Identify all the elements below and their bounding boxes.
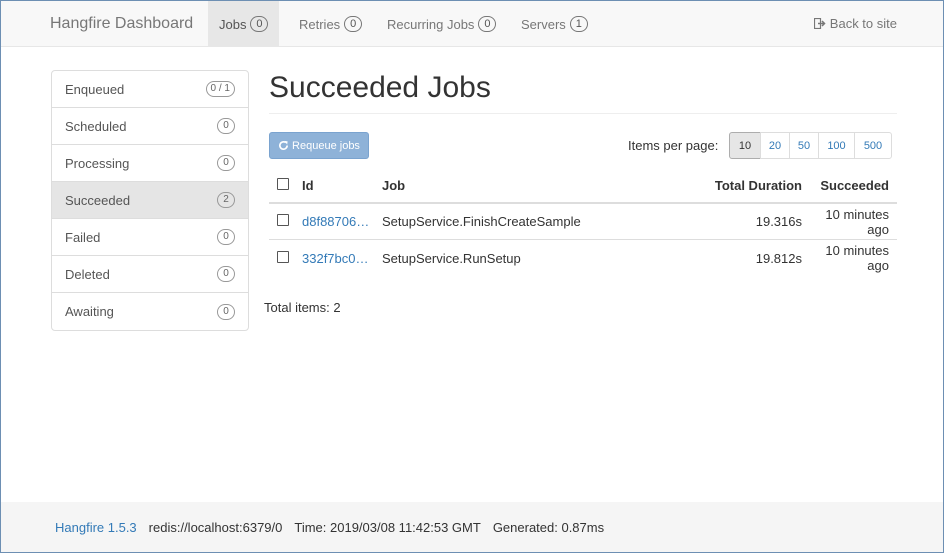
sidebar-item-enqueued[interactable]: Enqueued 0 / 1 — [52, 71, 248, 108]
sidebar-item-count: 2 — [217, 192, 235, 208]
page-size-500-button[interactable]: 500 — [854, 132, 892, 159]
title-divider — [269, 113, 897, 114]
sidebar-item-processing[interactable]: Processing 0 — [52, 145, 248, 182]
row-checkbox[interactable] — [277, 250, 289, 263]
sign-out-icon — [813, 18, 826, 29]
nav-jobs-label: Jobs — [219, 16, 247, 32]
nav-retries-count: 0 — [344, 16, 363, 32]
sidebar-item-count: 0 — [217, 303, 235, 320]
sidebar-item-count: 0 — [217, 229, 235, 245]
nav-recurring-jobs-label: Recurring Jobs — [387, 16, 475, 32]
table-header-row: Id Job Total Duration Succeeded — [269, 169, 897, 204]
back-to-site-link[interactable]: Back to site — [813, 16, 897, 31]
table-row: d8f88706… SetupService.FinishCreateSampl… — [269, 204, 897, 240]
sidebar-item-count: 0 / 1 — [205, 81, 235, 97]
nav-retries[interactable]: Retries 0 — [288, 1, 373, 47]
nav-servers[interactable]: Servers 1 — [510, 1, 599, 47]
job-id-link[interactable]: d8f88706… — [302, 214, 382, 229]
row-checkbox[interactable] — [277, 214, 289, 226]
nav-servers-count: 1 — [569, 16, 588, 32]
hangfire-version-link[interactable]: Hangfire 1.5.3 — [55, 520, 137, 535]
sidebar-item-label: Enqueued — [65, 81, 125, 97]
nav-jobs-count: 0 — [250, 16, 269, 32]
job-name: SetupService.FinishCreateSample — [382, 214, 581, 229]
sidebar-item-count: 0 — [217, 118, 235, 134]
table-row: 332f7bc0… SetupService.RunSetup 19.812s … — [269, 240, 897, 276]
items-per-page-selector: 10 20 50 100 500 — [729, 132, 892, 159]
page-title: Succeeded Jobs — [269, 71, 491, 104]
job-duration: 19.316s — [755, 214, 802, 229]
refresh-icon — [279, 140, 289, 150]
sidebar-item-succeeded[interactable]: Succeeded 2 — [52, 182, 248, 219]
sidebar-item-scheduled[interactable]: Scheduled 0 — [52, 108, 248, 145]
job-succeeded-time: 10 minutes ago — [825, 206, 889, 237]
sidebar-item-deleted[interactable]: Deleted 0 — [52, 256, 248, 293]
total-items: Total items: 2 — [264, 300, 341, 315]
header-id: Id — [302, 178, 314, 193]
sidebar-item-count: 0 — [217, 266, 235, 282]
nav-recurring-jobs-count: 0 — [478, 16, 497, 32]
job-name: SetupService.RunSetup — [382, 250, 521, 266]
select-all-checkbox[interactable] — [277, 178, 289, 190]
sidebar-item-failed[interactable]: Failed 0 — [52, 219, 248, 256]
footer: Hangfire 1.5.3 redis://localhost:6379/0 … — [1, 502, 943, 552]
requeue-jobs-label: Requeue jobs — [292, 139, 360, 152]
job-duration: 19.812s — [755, 250, 802, 266]
nav-servers-label: Servers — [521, 16, 566, 32]
job-id-link[interactable]: 332f7bc0… — [302, 251, 382, 266]
sidebar-item-label: Deleted — [65, 266, 110, 282]
requeue-jobs-button[interactable]: Requeue jobs — [269, 132, 369, 159]
page-size-100-button[interactable]: 100 — [818, 132, 855, 159]
sidebar-item-label: Succeeded — [65, 192, 131, 208]
page-size-20-button[interactable]: 20 — [760, 132, 790, 159]
page-size-50-button[interactable]: 50 — [789, 132, 819, 159]
nav-retries-label: Retries — [299, 16, 341, 32]
items-per-page-label: Items per page: — [628, 138, 719, 153]
server-time: Time: 2019/03/08 11:42:53 GMT — [294, 519, 481, 535]
nav-recurring-jobs[interactable]: Recurring Jobs 0 — [376, 1, 507, 47]
brand-link[interactable]: Hangfire Dashboard — [50, 15, 193, 33]
job-succeeded-time: 10 minutes ago — [825, 243, 889, 273]
top-navbar: Hangfire Dashboard Jobs 0 Retries 0 Recu… — [1, 1, 943, 47]
sidebar-item-label: Scheduled — [65, 118, 127, 134]
sidebar-item-label: Awaiting — [65, 304, 114, 319]
header-succeeded: Succeeded — [820, 178, 889, 193]
header-job: Job — [382, 178, 406, 193]
sidebar-item-count: 0 — [217, 155, 235, 171]
jobs-table: Id Job Total Duration Succeeded d8f88706… — [269, 169, 897, 276]
page-size-10-button[interactable]: 10 — [729, 132, 761, 159]
generated-time: Generated: 0.87ms — [492, 519, 605, 535]
back-to-site-label: Back to site — [829, 16, 897, 31]
header-total-duration: Total Duration — [714, 178, 802, 193]
job-state-sidebar: Enqueued 0 / 1 Scheduled 0 Processing 0 … — [51, 70, 249, 331]
sidebar-item-awaiting[interactable]: Awaiting 0 — [52, 293, 248, 330]
nav-jobs[interactable]: Jobs 0 — [208, 1, 280, 47]
sidebar-item-label: Processing — [65, 155, 130, 171]
sidebar-item-label: Failed — [65, 229, 101, 245]
storage-info: redis://localhost:6379/0 — [148, 519, 283, 535]
